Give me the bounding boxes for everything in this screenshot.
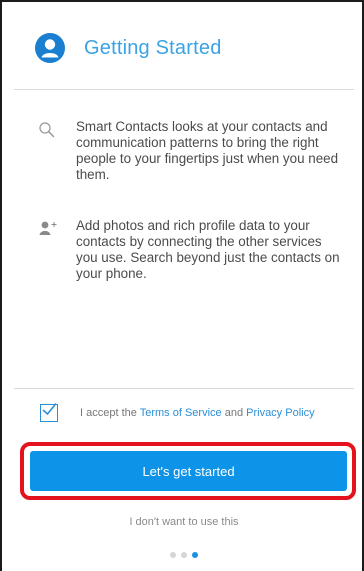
get-started-button[interactable]: Let's get started	[30, 451, 347, 491]
page-dot	[170, 552, 176, 558]
decline-link[interactable]: I don't want to use this	[2, 516, 364, 528]
search-icon	[38, 119, 68, 183]
feature-item-smart-contacts: Smart Contacts looks at your contacts an…	[38, 119, 342, 183]
page-title: Getting Started	[84, 36, 222, 59]
feature-item-connect-services: Add photos and rich profile data to your…	[38, 218, 342, 282]
accept-terms-label: I accept the Terms of Service and Privac…	[80, 407, 315, 419]
terms-of-service-link[interactable]: Terms of Service	[140, 407, 222, 419]
pagination-dots	[170, 552, 198, 558]
app-window: Getting Started Smart Contacts looks at …	[0, 0, 364, 571]
terms-acceptance-row: I accept the Terms of Service and Privac…	[40, 402, 315, 422]
footer-divider	[14, 388, 354, 389]
accept-middle-text: and	[221, 407, 247, 419]
page-dot	[181, 552, 187, 558]
feature-text: Smart Contacts looks at your contacts an…	[76, 119, 339, 182]
accept-prefix-text: I accept the	[80, 407, 140, 419]
feature-text: Add photos and rich profile data to your…	[76, 218, 340, 281]
add-person-icon	[38, 218, 68, 282]
header-divider	[14, 89, 354, 90]
privacy-policy-link[interactable]: Privacy Policy	[246, 407, 314, 419]
accept-terms-checkbox[interactable]	[40, 402, 58, 422]
page-dot-active	[192, 552, 198, 558]
header: Getting Started	[14, 20, 354, 76]
profile-icon	[34, 32, 66, 64]
